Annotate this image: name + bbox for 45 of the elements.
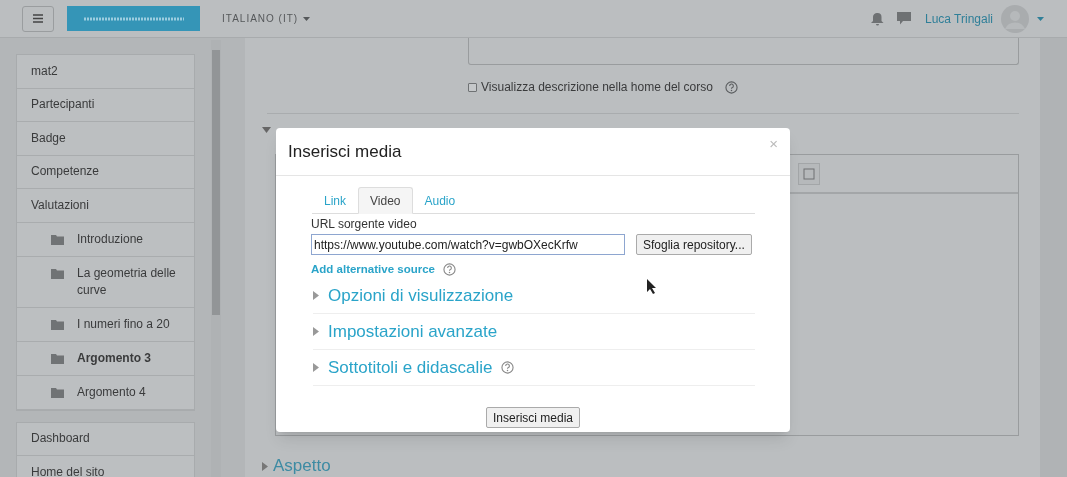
bell-icon[interactable] [870,11,884,26]
chat-icon[interactable] [896,12,911,25]
folder-icon [51,318,64,330]
nav-item[interactable]: I numeri fino a 20 [17,307,194,342]
help-icon[interactable] [443,263,456,277]
menu-button[interactable] [22,5,54,32]
nav-item[interactable]: Introduzione [17,222,194,257]
nav-item[interactable]: Badge [17,122,194,156]
field-label: URL sorgente video [311,217,418,231]
language-menu[interactable]: ITALIANO (IT) [222,11,311,26]
url-field[interactable]: https://www.youtube.com/watch?v=gwbOXecKrfw [311,234,625,255]
checkbox-label: Visualizza descrizione nella home del corso [481,79,713,96]
caret-icon[interactable] [262,461,268,471]
caret-icon[interactable] [313,291,319,301]
nav-item[interactable]: Dashboard [17,422,194,456]
toolbar-icon[interactable] [798,162,820,185]
nav-item[interactable]: Valutazioni [17,189,194,223]
tab[interactable]: Video [358,187,413,214]
scrollbar[interactable] [211,40,221,477]
caret-icon[interactable] [313,327,319,337]
browse-button[interactable]: Sfoglia repository... [636,234,752,255]
nav-item[interactable]: mat2 [17,55,194,89]
caret-icon[interactable] [1037,16,1044,21]
folder-icon [51,267,64,279]
help-icon[interactable] [724,80,738,94]
folder-icon [51,233,64,245]
dialog-title: Inserisci media [288,140,402,163]
folder-icon [51,386,64,398]
caret-icon [303,16,311,21]
nav-item[interactable]: Competenze [17,155,194,189]
site-logo[interactable] [67,6,200,31]
insert-media-button[interactable]: Inserisci media [486,407,580,429]
help-icon[interactable] [501,361,515,375]
mouse-cursor-icon [647,279,657,294]
nav-item[interactable]: Home del sito [17,456,194,477]
nav-item[interactable]: Argomento 4 [17,375,194,410]
nav-item[interactable]: Partecipanti [17,88,194,122]
caret-icon[interactable] [313,363,319,373]
folder-icon [51,352,64,364]
description-textarea[interactable] [468,38,1019,65]
description-checkbox[interactable] [468,82,477,92]
nav-item[interactable]: Argomento 3 [17,341,194,376]
menu-icon [33,14,43,23]
nav-item[interactable]: La geometria delle curve [17,256,194,308]
caret-icon[interactable] [262,127,271,133]
